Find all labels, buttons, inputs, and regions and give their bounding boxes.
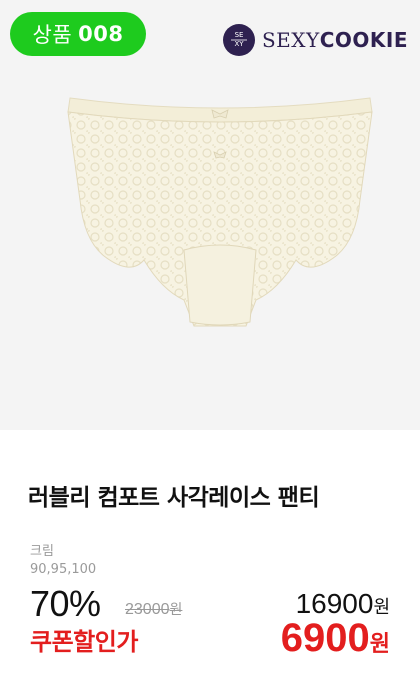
badge-label: 상품	[32, 23, 73, 47]
original-price: 23000원	[125, 601, 183, 618]
coupon-discount-label: 쿠폰할인가	[30, 628, 138, 656]
product-sizes: 90,95,100	[30, 562, 97, 577]
svg-text:XY: XY	[234, 40, 244, 48]
product-image-area[interactable]: 상품 008 SE XY SEXYCOOKIE	[0, 0, 420, 430]
brand-name: SEXYCOOKIE	[261, 28, 408, 52]
svg-text:SE: SE	[235, 31, 244, 39]
discount-rate: 70%	[30, 583, 101, 624]
lace-panty-image	[67, 97, 373, 327]
product-number-badge: 상품 008	[10, 12, 146, 56]
product-title[interactable]: 러블리 컴포트 사각레이스 팬티	[28, 478, 320, 512]
product-color: 크림	[30, 544, 54, 559]
product-card[interactable]: 상품 008 SE XY SEXYCOOKIE 러블리 컴포트 사각레이스 팬티…	[0, 0, 420, 700]
badge-number: 008	[78, 22, 124, 46]
coupon-price: 6900원	[280, 616, 390, 660]
brand-logo: SE XY SEXYCOOKIE	[222, 22, 408, 58]
sexycookie-logo-icon: SE XY	[222, 24, 255, 56]
